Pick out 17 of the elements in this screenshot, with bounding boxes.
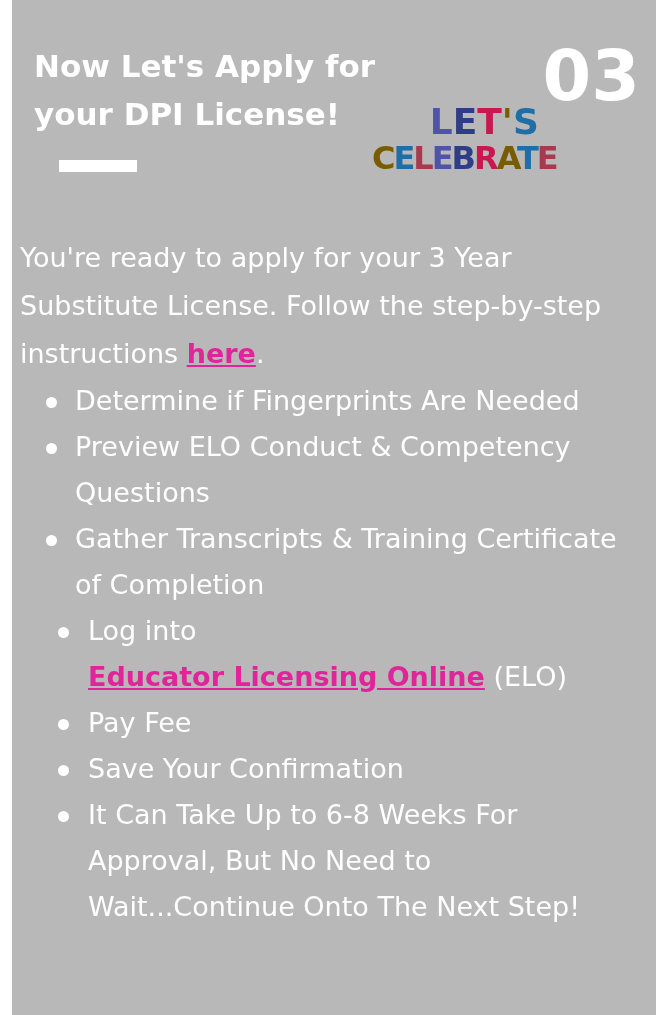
list-item: Log into Educator Licensing Online (ELO) bbox=[88, 614, 568, 694]
bullet-icon bbox=[58, 719, 69, 730]
bullet-icon bbox=[46, 535, 57, 546]
link[interactable]: Educator Licensing Online bbox=[88, 661, 485, 692]
bullet-icon bbox=[58, 811, 69, 822]
list-item: Gather Transcripts & Training Certificate of Completion bbox=[75, 522, 618, 602]
list-item: It Can Take Up to 6-8 Weeks For Approval, But No Need to Wait...Continue Onto The Next Step! bbox=[88, 798, 581, 924]
bullet-icon bbox=[58, 627, 69, 638]
list-item: Pay Fee bbox=[88, 706, 193, 740]
link[interactable]: here bbox=[186, 338, 256, 369]
list-item: Determine if Fingerprints Are Needed bbox=[75, 384, 581, 418]
bullet-icon bbox=[46, 397, 57, 408]
intro-text: You're ready to apply for your 3 Year Substitute License. Follow the step-by-step instructions here. bbox=[20, 241, 603, 371]
list-item: Save Your Confirmation bbox=[88, 752, 405, 786]
bullet-icon bbox=[58, 765, 69, 776]
list-item: Preview ELO Conduct & Competency Questions bbox=[75, 430, 572, 510]
bullet-icon bbox=[46, 443, 57, 454]
